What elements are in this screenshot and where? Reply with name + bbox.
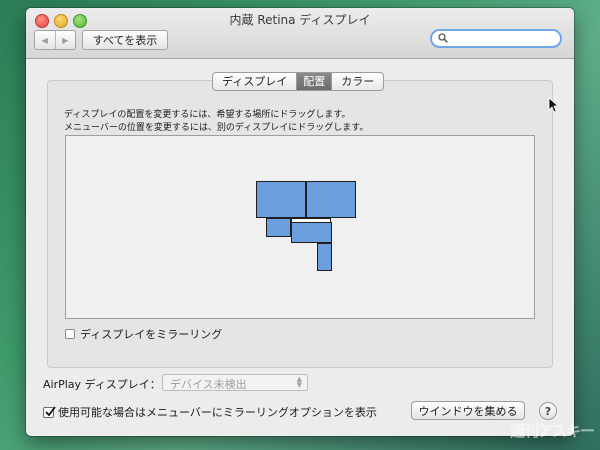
- display-arrangement-area: [65, 135, 535, 319]
- pane-tabs: ディスプレイ 配置 カラー: [212, 72, 385, 91]
- checkmark-icon: [45, 405, 56, 416]
- arrangement-instruction-line-1: ディスプレイの配置を変更するには、希望する場所にドラッグします。: [64, 110, 351, 120]
- mouse-pointer-icon: [548, 97, 558, 113]
- display-preferences-window: 内蔵 Retina ディスプレイ ◀ ▶ すべてを表示 ディスプレイ 配置 カラ…: [26, 8, 574, 436]
- show-mirroring-menu-checkbox[interactable]: [43, 405, 56, 418]
- display-thumbnail-2[interactable]: [306, 181, 356, 218]
- airplay-display-value: デバイス未検出: [170, 378, 247, 391]
- show-mirroring-menu-option[interactable]: 使用可能な場合はメニューバーにミラーリングオプションを表示: [43, 404, 377, 420]
- back-forward-control: ◀ ▶: [34, 30, 76, 50]
- forward-arrow-icon: ▶: [62, 35, 69, 45]
- mirror-displays-label: ディスプレイをミラーリング: [80, 328, 223, 341]
- tab-arrangement[interactable]: 配置: [296, 73, 332, 90]
- gather-windows-button[interactable]: ウインドウを集める: [411, 401, 525, 420]
- tab-display[interactable]: ディスプレイ: [213, 73, 296, 90]
- forward-button[interactable]: ▶: [54, 31, 76, 49]
- back-arrow-icon: ◀: [41, 35, 48, 45]
- search-field[interactable]: [430, 29, 562, 48]
- titlebar: 内蔵 Retina ディスプレイ ◀ ▶ すべてを表示: [26, 8, 574, 59]
- show-mirroring-menu-label: 使用可能な場合はメニューバーにミラーリングオプションを表示: [58, 406, 377, 419]
- mirror-displays-checkbox[interactable]: [65, 329, 75, 339]
- display-thumbnail-1[interactable]: [256, 181, 306, 218]
- display-thumbnail-3[interactable]: [266, 218, 291, 237]
- display-thumbnail-4[interactable]: [291, 222, 332, 243]
- show-all-button[interactable]: すべてを表示: [82, 30, 168, 50]
- airplay-display-label: AirPlay ディスプレイ：: [43, 378, 161, 391]
- tab-color[interactable]: カラー: [331, 73, 383, 90]
- display-thumbnail-5[interactable]: [317, 243, 332, 271]
- updown-arrows-icon: ▲ ▼: [296, 375, 302, 389]
- window-title: 内蔵 Retina ディスプレイ: [229, 13, 371, 27]
- airplay-display-select: デバイス未検出 ▲ ▼: [162, 374, 308, 391]
- watermark: 週刊アスキー: [510, 422, 595, 440]
- back-button[interactable]: ◀: [35, 31, 55, 49]
- search-icon: [438, 33, 448, 43]
- help-button[interactable]: ?: [539, 402, 557, 420]
- mirror-displays-option[interactable]: ディスプレイをミラーリング: [65, 326, 222, 342]
- arrangement-instruction-line-2: メニューバーの位置を変更するには、別のディスプレイにドラッグします。: [64, 123, 369, 133]
